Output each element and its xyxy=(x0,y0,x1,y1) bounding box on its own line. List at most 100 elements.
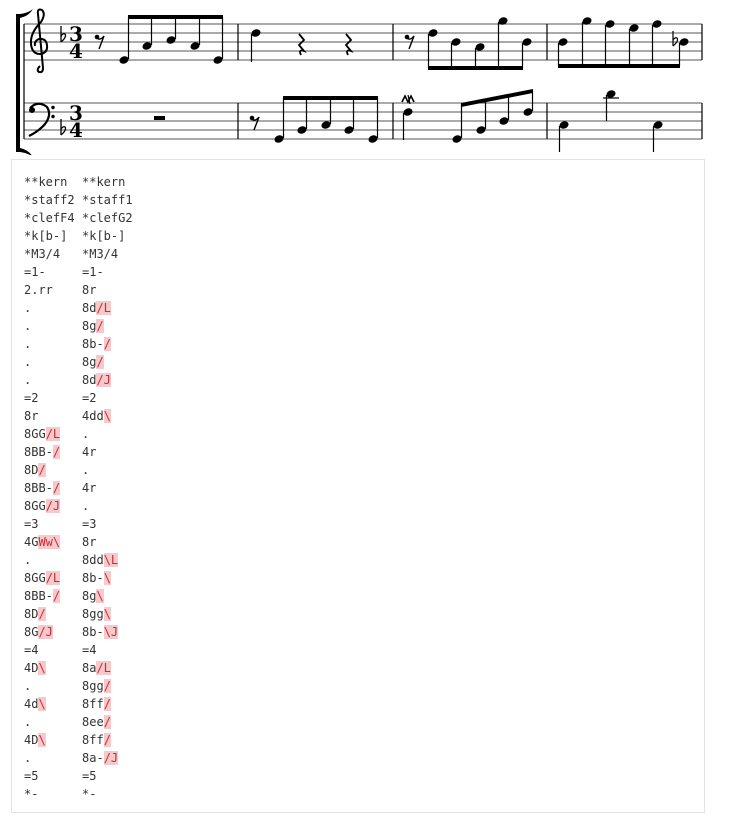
kern-token-text: *- xyxy=(24,787,39,801)
kern-spine-bass-token: 4GWw\ xyxy=(24,533,82,551)
kern-spine-treble-token: 8g/ xyxy=(82,317,104,335)
kern-token-markup: \ xyxy=(38,697,46,711)
kern-line: 4D\ 8ff/ xyxy=(24,731,133,749)
kern-spine-treble-token: =2 xyxy=(82,389,96,407)
kern-spine-bass-token: . xyxy=(24,299,82,317)
kern-token-text: =3 xyxy=(82,517,97,531)
kern-line: 2.rr 8r xyxy=(24,281,133,299)
kern-spine-bass-token: . xyxy=(24,317,82,335)
kern-spine-bass-token: *M3/4 xyxy=(24,245,82,263)
kern-spine-bass-token: 8r xyxy=(24,407,82,425)
kern-token-text: . xyxy=(24,319,32,333)
kern-spine-bass-token: 4d\ xyxy=(24,695,82,713)
kern-spine-treble-token: 8r xyxy=(82,281,96,299)
kern-spine-treble-token: 8a/L xyxy=(82,659,111,677)
treble-time-signature: 3 4 xyxy=(69,22,83,63)
kern-token-markup: \L xyxy=(103,553,119,567)
kern-token-text: . xyxy=(82,463,90,477)
kern-token-text: 8d xyxy=(82,373,97,387)
bass-clef-icon xyxy=(28,102,55,137)
kern-token-text: =2 xyxy=(24,391,39,405)
kern-spine-treble-token: =4 xyxy=(82,641,96,659)
note-head xyxy=(297,126,307,134)
kern-token-text: 8g xyxy=(82,319,97,333)
kern-token-text: =5 xyxy=(82,769,97,783)
kern-token-markup: / xyxy=(103,733,111,747)
eighth-rest-icon xyxy=(249,115,260,131)
kern-line: 8BB-/4r xyxy=(24,443,133,461)
beam xyxy=(128,15,223,19)
kern-line: 4d\ 8ff/ xyxy=(24,695,133,713)
note-head xyxy=(559,121,569,129)
kern-spine-treble-token: 8ff/ xyxy=(82,731,111,749)
kern-line: **kern **kern xyxy=(24,173,133,191)
kern-spine-treble-token: . xyxy=(82,425,89,443)
kern-token-text: *M3/4 xyxy=(24,247,61,261)
kern-token-markup: \ xyxy=(103,607,111,621)
bass-measure-3 xyxy=(401,89,534,143)
treble-clef-icon xyxy=(29,8,49,74)
kern-token-text: 8gg xyxy=(82,679,104,693)
note-head xyxy=(629,24,639,32)
kern-spine-treble-token: 8dd\L xyxy=(82,551,119,569)
kern-token-text: 8b- xyxy=(82,625,104,639)
kern-token-text: 8BB- xyxy=(24,589,53,603)
bass-measure-1 xyxy=(154,116,165,120)
kern-spine-bass-token: *staff2 xyxy=(24,191,82,209)
kern-token-markup: / xyxy=(103,337,111,351)
kern-spine-treble-token: 8g\ xyxy=(82,587,104,605)
note-head xyxy=(499,117,509,125)
kern-line: *staff2 *staff1 xyxy=(24,191,133,209)
kern-line: 4GWw\ 8r xyxy=(24,533,133,551)
kern-token-markup: /J xyxy=(38,625,53,639)
kern-spine-treble-token: =3 xyxy=(82,515,96,533)
kern-token-markup: / xyxy=(38,463,46,477)
beam xyxy=(558,64,680,68)
kern-line: 8BB-/8g\ xyxy=(24,587,133,605)
kern-token-text: 4r xyxy=(82,481,97,495)
kern-token-text: *staff1 xyxy=(82,193,133,207)
kern-token-markup: \ xyxy=(96,589,104,603)
kern-spine-treble-token: *- xyxy=(82,785,96,803)
kern-spine-treble-token: 8b-\ xyxy=(82,569,111,587)
kern-spine-bass-token: 8BB-/ xyxy=(24,443,82,461)
kern-code: **kern **kern *staff2 *staff1 *clefF4 *clefG2… xyxy=(24,173,133,803)
kern-line: . 8a-/J xyxy=(24,749,133,767)
note-head xyxy=(605,20,615,28)
kern-token-text: 8a xyxy=(82,661,97,675)
kern-spine-treble-token: *M3/4 xyxy=(82,245,118,263)
kern-token-text: 4D xyxy=(24,661,39,675)
kern-spine-bass-token: =5 xyxy=(24,767,82,785)
kern-token-text: 8r xyxy=(82,535,97,549)
note-head xyxy=(428,29,438,37)
kern-line: 8D/8gg\ xyxy=(24,605,133,623)
kern-spine-bass-token: *- xyxy=(24,785,82,803)
kern-spine-bass-token: 8D/ xyxy=(24,461,82,479)
note-head xyxy=(476,126,486,134)
kern-line: *M3/4 *M3/4 xyxy=(24,245,133,263)
kern-line: *clefF4 *clefG2 xyxy=(24,209,133,227)
music-score: 3 4 3 4 xyxy=(16,8,703,155)
quarter-rest-icon xyxy=(344,33,354,56)
kern-token-text: 8b- xyxy=(82,571,104,585)
bass-staff xyxy=(24,102,702,140)
kern-line: . 8dd\L xyxy=(24,551,133,569)
note-head xyxy=(452,135,462,143)
kern-spine-bass-token: 8GG/J xyxy=(24,497,82,515)
note-head xyxy=(344,126,354,134)
kern-token-text: *M3/4 xyxy=(82,247,119,261)
kern-spine-bass-token: =2 xyxy=(24,389,82,407)
kern-spine-bass-token: . xyxy=(24,749,82,767)
note-head xyxy=(679,38,689,46)
note-head xyxy=(368,135,378,143)
kern-spine-treble-token: *staff1 xyxy=(82,191,133,209)
kern-spine-bass-token: =4 xyxy=(24,641,82,659)
kern-token-text: 8D xyxy=(24,463,39,477)
bass-time-signature: 3 4 xyxy=(69,101,83,142)
kern-token-text: 8d xyxy=(82,301,97,315)
kern-token-markup: /L xyxy=(45,571,61,585)
note-stems xyxy=(127,17,224,59)
kern-token-text: =3 xyxy=(24,517,39,531)
kern-spine-bass-token: 8BB-/ xyxy=(24,587,82,605)
note-head xyxy=(119,56,129,64)
